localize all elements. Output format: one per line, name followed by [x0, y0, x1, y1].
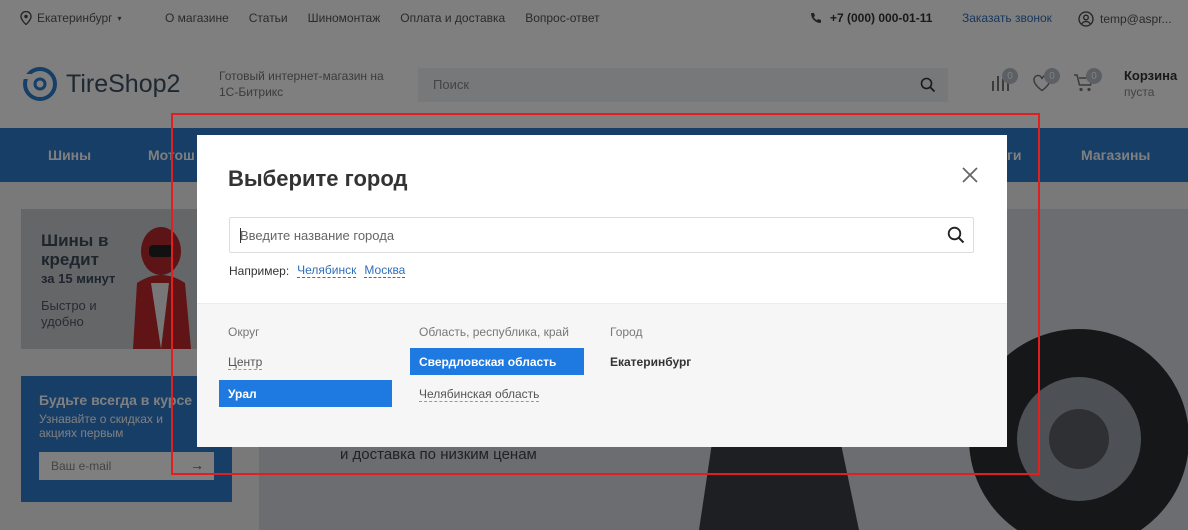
district-column-header: Округ	[228, 325, 260, 339]
region-item-label: Челябинская область	[419, 387, 540, 402]
district-item-label: Урал	[228, 387, 257, 401]
search-icon[interactable]	[947, 226, 965, 244]
region-item-label: Свердловская область	[419, 355, 557, 369]
district-item-label: Центр	[228, 355, 263, 370]
example-city-moscow[interactable]: Москва	[364, 264, 406, 278]
region-item-sverdlovsk[interactable]: Свердловская область	[410, 348, 584, 375]
district-item-center[interactable]: Центр	[219, 348, 391, 375]
location-lists: Округ Центр Урал Область, республика, кр…	[197, 303, 1007, 447]
city-search-input[interactable]	[240, 218, 930, 252]
examples-label: Например:	[229, 264, 290, 278]
city-item-label: Екатеринбург	[610, 355, 692, 369]
city-examples: Например: Челябинск Москва	[229, 264, 406, 278]
region-item-chelyabinsk[interactable]: Челябинская область	[410, 380, 584, 407]
district-item-ural[interactable]: Урал	[219, 380, 392, 407]
close-icon[interactable]	[961, 166, 979, 184]
city-column-header: Город	[610, 325, 643, 339]
region-column-header: Область, республика, край	[419, 325, 569, 339]
city-search-field[interactable]	[229, 217, 974, 253]
text-caret	[240, 228, 241, 243]
city-item-yekaterinburg[interactable]: Екатеринбург	[601, 348, 775, 375]
modal-title: Выберите город	[228, 166, 408, 191]
example-city-chelyabinsk[interactable]: Челябинск	[297, 264, 357, 278]
city-select-modal: Выберите город Например: Челябинск Москв…	[197, 135, 1007, 447]
